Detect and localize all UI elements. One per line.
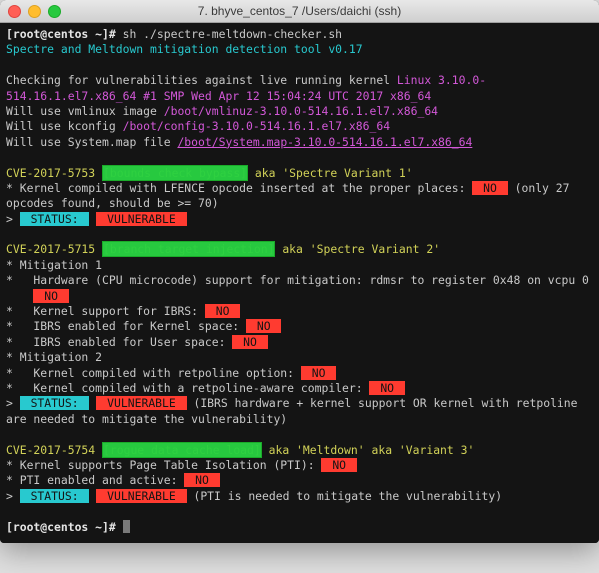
detail-line: * Kernel compiled with retpoline option:	[6, 366, 301, 380]
check-line: Will use System.map file	[6, 135, 177, 149]
status-note: (IBRS hardware + kernel support OR kerne…	[6, 396, 584, 425]
close-icon[interactable]	[8, 5, 21, 18]
no-badge: NO	[184, 473, 219, 487]
no-badge: NO	[246, 319, 281, 333]
status-note: (PTI is needed to mitigate the vulnerabi…	[187, 489, 502, 503]
status-value: VULNERABLE	[96, 396, 186, 410]
cve-subtitle: [branch target injection]	[102, 241, 275, 257]
detail-line: * Mitigation 2	[6, 350, 102, 364]
detail-line: * Kernel compiled with LFENCE opcode ins…	[6, 181, 472, 195]
cve-subtitle: [rogue data cache load]	[102, 442, 262, 458]
status-prefix: >	[6, 489, 20, 503]
status-label: STATUS:	[20, 396, 90, 410]
detail-line: * IBRS enabled for Kernel space:	[6, 319, 246, 333]
systemmap-path: /boot/System.map-3.10.0-514.16.1.el7.x86…	[177, 135, 472, 149]
terminal-window: 7. bhyve_centos_7 /Users/daichi (ssh) [r…	[0, 0, 599, 543]
minimize-icon[interactable]	[28, 5, 41, 18]
no-badge: NO	[232, 335, 267, 349]
zoom-icon[interactable]	[48, 5, 61, 18]
detail-line: * Hardware (CPU microcode) support for m…	[6, 273, 589, 287]
no-badge: NO	[301, 366, 336, 380]
titlebar: 7. bhyve_centos_7 /Users/daichi (ssh)	[0, 0, 599, 23]
cve-heading: CVE-2017-5754	[6, 443, 102, 457]
status-label: STATUS:	[20, 489, 90, 503]
command: sh ./spectre-meltdown-checker.sh	[116, 27, 342, 41]
kconfig-path: /boot/config-3.10.0-514.16.1.el7.x86_64	[123, 119, 390, 133]
check-line: Will use vmlinux image	[6, 104, 164, 118]
cursor-icon	[123, 520, 130, 533]
cve-heading: CVE-2017-5753	[6, 166, 102, 180]
status-value: VULNERABLE	[96, 489, 186, 503]
prompt: [root@centos ~]#	[6, 520, 123, 534]
detail-line: * Kernel compiled with a retpoline-aware…	[6, 381, 369, 395]
cve-aka: aka 'Spectre Variant 1'	[248, 166, 413, 180]
vmlinux-path: /boot/vmlinuz-3.10.0-514.16.1.el7.x86_64	[164, 104, 438, 118]
terminal-output[interactable]: [root@centos ~]# sh ./spectre-meltdown-c…	[0, 23, 599, 543]
detail-line: * Mitigation 1	[6, 258, 102, 272]
status-label: STATUS:	[20, 212, 90, 226]
no-badge: NO	[472, 181, 507, 195]
status-prefix: >	[6, 212, 20, 226]
no-badge: NO	[205, 304, 240, 318]
check-line: Checking for vulnerabilities against liv…	[6, 73, 397, 87]
status-value: VULNERABLE	[96, 212, 186, 226]
detail-line: * Kernel supports Page Table Isolation (…	[6, 458, 321, 472]
detail-line: * IBRS enabled for User space:	[6, 335, 232, 349]
detail-line: * Kernel support for IBRS:	[6, 304, 205, 318]
no-badge: NO	[369, 381, 404, 395]
traffic-lights	[0, 5, 61, 18]
cve-subtitle: [bounds check bypass]	[102, 165, 248, 181]
cve-aka: aka 'Meltdown' aka 'Variant 3'	[262, 443, 475, 457]
check-line: Will use kconfig	[6, 119, 123, 133]
no-badge: NO	[321, 458, 356, 472]
tool-header: Spectre and Meltdown mitigation detectio…	[6, 42, 363, 56]
prompt: [root@centos ~]#	[6, 27, 116, 41]
status-prefix: >	[6, 396, 20, 410]
cve-heading: CVE-2017-5715	[6, 242, 102, 256]
window-title: 7. bhyve_centos_7 /Users/daichi (ssh)	[0, 4, 599, 18]
cve-aka: aka 'Spectre Variant 2'	[275, 242, 440, 256]
detail-line: * PTI enabled and active:	[6, 473, 184, 487]
no-badge: NO	[33, 289, 68, 303]
